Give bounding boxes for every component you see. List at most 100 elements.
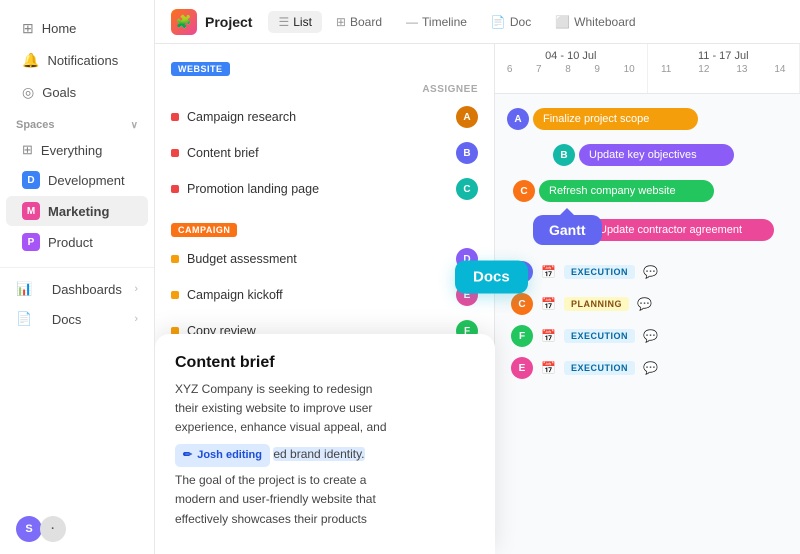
gantt-bar-3[interactable]: Refresh company website (539, 180, 714, 202)
gantt-days-2: 11 12 13 14 (648, 64, 800, 75)
timeline-icon: — (406, 15, 418, 29)
tab-doc-label: Doc (510, 15, 531, 29)
gantt-day: 7 (536, 64, 542, 75)
gantt-avatar-3: C (513, 180, 535, 202)
user-avatar-primary[interactable]: S (16, 516, 42, 542)
tab-whiteboard[interactable]: ⬜ Whiteboard (545, 11, 645, 33)
chevron-right-docs: › (134, 313, 138, 325)
gantt-week-1: 04 - 10 Jul 6 7 8 9 10 (495, 44, 648, 93)
comment-icon: 💬 (637, 297, 652, 311)
status-avatar: C (511, 293, 533, 315)
task-row[interactable]: Budget assessment D (155, 241, 494, 277)
everything-icon: ⊞ (22, 142, 33, 158)
gantt-bar-4[interactable]: Update contractor agreement (589, 219, 774, 241)
sidebar-item-dashboards-label: Dashboards (52, 282, 122, 297)
list-icon: ☰ (278, 15, 289, 29)
task-dot (171, 149, 179, 157)
project-icon: 🧩 (171, 9, 197, 35)
sidebar-item-product-label: Product (48, 235, 93, 250)
gantt-day: 8 (565, 64, 571, 75)
gantt-row-3: C Refresh company website (503, 174, 792, 208)
task-row[interactable]: Campaign kickoff E (155, 277, 494, 313)
task-row[interactable]: Campaign research A (155, 99, 494, 135)
calendar-icon: 📅 (541, 329, 556, 343)
development-dot: D (22, 171, 40, 189)
task-dot (171, 291, 179, 299)
task-name: Content brief (187, 146, 448, 160)
sidebar-item-goals[interactable]: ◎ Goals (6, 77, 148, 108)
sidebar-item-marketing-label: Marketing (48, 204, 109, 219)
task-name: Campaign kickoff (187, 288, 448, 302)
gantt-tooltip-arrow (560, 208, 574, 215)
status-badge-execution: EXECUTION (564, 361, 635, 375)
group-website-header: WEBSITE (155, 56, 494, 80)
gantt-row-1: A Finalize project scope (503, 102, 792, 136)
task-avatar: B (456, 142, 478, 164)
docs-float-label-text: Docs (473, 269, 510, 286)
status-badge-execution: EXECUTION (564, 265, 635, 279)
status-row-4: E 📅 EXECUTION 💬 (503, 352, 792, 384)
sidebar-item-product[interactable]: P Product (6, 227, 148, 257)
docs-panel-title: Content brief (175, 354, 475, 372)
task-name: Promotion landing page (187, 182, 448, 196)
week-label-2: 11 - 17 Jul (648, 50, 800, 62)
sidebar-item-home-label: Home (42, 21, 77, 36)
docs-body-text-2: The goal of the project is to create amo… (175, 473, 376, 525)
gantt-day: 10 (624, 64, 635, 75)
sidebar-item-dashboards[interactable]: 📊 Dashboards › (0, 274, 154, 304)
sidebar-item-docs-label: Docs (52, 312, 82, 327)
sidebar-item-development[interactable]: D Development (6, 165, 148, 195)
task-row[interactable]: Content brief B (155, 135, 494, 171)
website-badge: WEBSITE (171, 62, 230, 76)
gantt-days-1: 6 7 8 9 10 (495, 64, 647, 75)
task-dot (171, 255, 179, 263)
task-row[interactable]: Promotion landing page C (155, 171, 494, 207)
status-avatar: F (511, 325, 533, 347)
status-row-2: C 📅 PLANNING 💬 (503, 288, 792, 320)
gantt-tooltip-container: Gantt (533, 215, 602, 245)
column-header-assignee: ASSIGNEE (155, 80, 494, 99)
dashboards-icon: 📊 (16, 281, 32, 297)
gantt-day: 13 (736, 64, 747, 75)
sidebar-item-notifications[interactable]: 🔔 Notifications (6, 45, 148, 76)
board-icon: ⊞ (336, 15, 346, 29)
group-campaign-header: CAMPAIGN (155, 217, 494, 241)
sidebar-item-notifications-label: Notifications (47, 53, 118, 68)
campaign-badge: CAMPAIGN (171, 223, 237, 237)
sidebar-item-everything-label: Everything (41, 143, 102, 158)
gantt-bar-2[interactable]: Update key objectives (579, 144, 734, 166)
status-row-3: F 📅 EXECUTION 💬 (503, 320, 792, 352)
gantt-day: 9 (594, 64, 600, 75)
spaces-chevron[interactable]: ∨ (131, 120, 138, 131)
task-dot (171, 185, 179, 193)
tab-list-label: List (293, 15, 312, 29)
tab-timeline[interactable]: — Timeline (396, 11, 477, 33)
gantt-bar-label-3: Refresh company website (549, 185, 676, 197)
gantt-row-2: B Update key objectives (503, 138, 792, 172)
tab-board[interactable]: ⊞ Board (326, 11, 392, 33)
sidebar-item-everything[interactable]: ⊞ Everything (6, 136, 148, 164)
sidebar-item-marketing[interactable]: M Marketing (6, 196, 148, 226)
docs-body-text-1: XYZ Company is seeking to redesigntheir … (175, 382, 387, 434)
gantt-bar-1[interactable]: Finalize project scope (533, 108, 698, 130)
sidebar-item-goals-label: Goals (42, 85, 76, 100)
sidebar-item-home[interactable]: ⊞ Home (6, 13, 148, 44)
gantt-header: 04 - 10 Jul 6 7 8 9 10 11 - 17 Jul 11 12… (495, 44, 800, 94)
gantt-avatar-2: B (553, 144, 575, 166)
project-title: Project (205, 14, 252, 30)
task-name: Campaign research (187, 110, 448, 124)
sidebar-footer: S · (0, 516, 154, 542)
home-icon: ⊞ (22, 20, 34, 37)
sidebar-item-docs[interactable]: 📄 Docs › (0, 304, 154, 334)
gantt-avatar-1: A (507, 108, 529, 130)
gantt-day: 6 (507, 64, 513, 75)
status-badge-planning: PLANNING (564, 297, 629, 311)
docs-editing-label: Josh editing (197, 447, 262, 465)
gantt-rows: A Finalize project scope B Update key ob… (495, 94, 800, 390)
tab-timeline-label: Timeline (422, 15, 467, 29)
comment-icon: 💬 (643, 361, 658, 375)
tab-doc[interactable]: 📄 Doc (481, 11, 541, 33)
gantt-day: 12 (698, 64, 709, 75)
whiteboard-icon: ⬜ (555, 15, 570, 29)
tab-list[interactable]: ☰ List (268, 11, 321, 33)
